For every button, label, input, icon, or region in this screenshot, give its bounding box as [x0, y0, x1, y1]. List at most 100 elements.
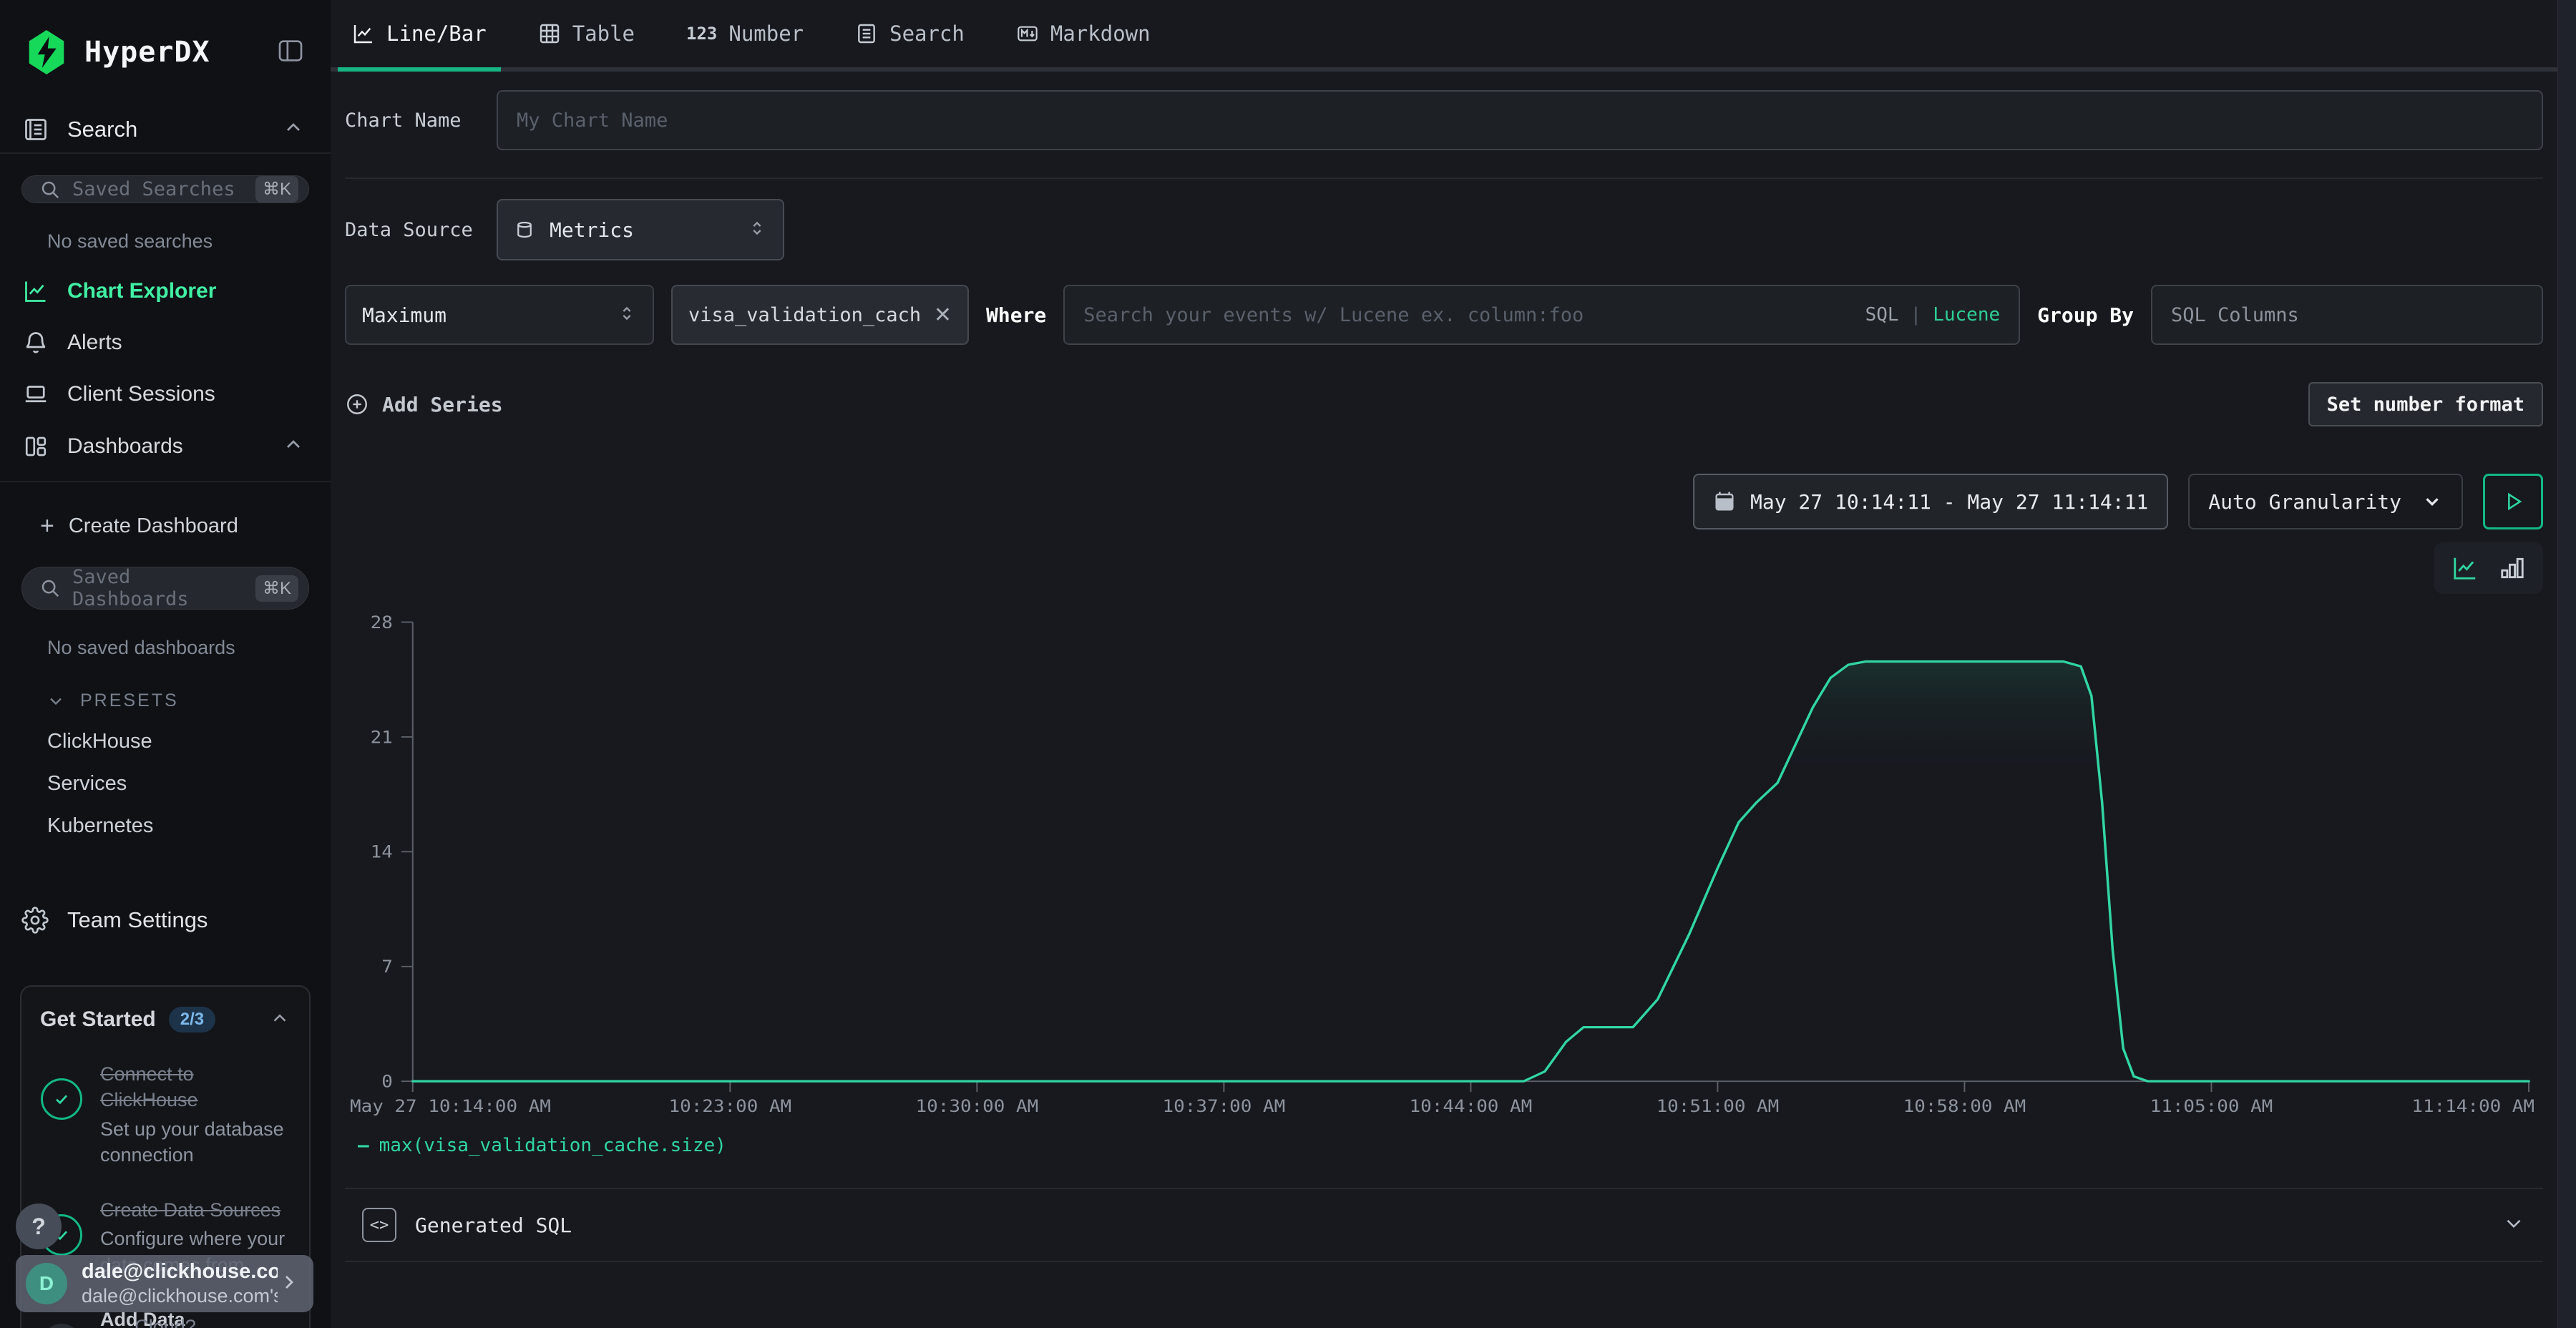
tab-number[interactable]: 123 Number — [679, 0, 811, 67]
team-settings-label: Team Settings — [67, 907, 208, 933]
presets-toggle[interactable]: PRESETS — [46, 690, 331, 711]
check-circle-icon — [41, 1078, 82, 1120]
chevron-down-icon — [46, 691, 66, 711]
search-section-header[interactable]: Search — [0, 116, 331, 142]
sidebar-item-chart-explorer[interactable]: Chart Explorer — [23, 278, 331, 304]
123-icon: 123 — [686, 24, 717, 44]
tab-label: Table — [572, 21, 635, 46]
data-source-value: Metrics — [550, 218, 634, 242]
chart-line-icon — [23, 278, 49, 304]
svg-text:10:30:00 AM: 10:30:00 AM — [916, 1096, 1039, 1116]
bar-chart-toggle-icon[interactable] — [2499, 555, 2526, 582]
preset-item-services[interactable]: Services — [47, 772, 331, 796]
lucene-mode-button[interactable]: Lucene — [1933, 304, 2000, 326]
svg-text:10:51:00 AM: 10:51:00 AM — [1657, 1096, 1780, 1116]
sidebar-item-label: Dashboards — [67, 434, 183, 459]
get-started-item-connect[interactable]: Connect to ClickHouse Set up your databa… — [40, 1061, 291, 1168]
legend-label: max(visa_validation_cache.size) — [379, 1135, 726, 1156]
aggregation-value: Maximum — [362, 303, 447, 327]
chevron-down-icon — [2502, 1211, 2526, 1239]
metric-field-tag[interactable]: visa_validation_cach ✕ — [671, 285, 969, 345]
granularity-value: Auto Granularity — [2208, 490, 2401, 514]
presets-label: PRESETS — [80, 690, 179, 711]
granularity-select[interactable]: Auto Granularity — [2188, 474, 2463, 529]
group-by-input-wrap — [2151, 285, 2543, 345]
saved-dashboards-input[interactable]: Saved Dashboards ⌘K — [21, 567, 309, 610]
sidebar-collapse-icon[interactable] — [276, 36, 305, 69]
play-icon — [2501, 489, 2525, 514]
metric-field-name: visa_validation_cach — [688, 304, 924, 326]
brand-title: HyperDX — [84, 36, 210, 69]
preset-item-kubernetes[interactable]: Kubernetes — [47, 814, 331, 838]
close-icon[interactable]: ✕ — [934, 303, 952, 328]
saved-searches-input[interactable]: Saved Searches ⌘K — [21, 175, 309, 203]
where-search-input[interactable] — [1083, 304, 1865, 326]
chevron-up-icon[interactable] — [282, 116, 305, 142]
avatar: D — [26, 1263, 67, 1304]
svg-text:10:37:00 AM: 10:37:00 AM — [1163, 1096, 1286, 1116]
sidebar-item-client-sessions[interactable]: Client Sessions — [23, 381, 331, 407]
sidebar-item-label: Chart Explorer — [67, 279, 216, 303]
line-chart-icon — [352, 22, 375, 45]
tab-search[interactable]: Search — [848, 0, 972, 67]
select-chevrons-icon — [747, 218, 767, 242]
tab-label: Number — [728, 21, 804, 46]
get-started-item-title: Connect to ClickHouse — [100, 1061, 291, 1113]
svg-text:11:05:00 AM: 11:05:00 AM — [2150, 1096, 2273, 1116]
scrollbar[interactable] — [2557, 0, 2576, 1328]
chart-type-tabbar: Line/Bar Table 123 Number Search Markdow… — [331, 0, 2557, 72]
shortcut-badge: ⌘K — [255, 176, 298, 202]
sidebar-item-dashboards[interactable]: Dashboards — [23, 433, 331, 459]
set-number-format-button[interactable]: Set number format — [2308, 382, 2543, 426]
tab-label: Markdown — [1050, 21, 1151, 46]
time-series-chart[interactable]: 07142128May 27 10:14:00 AM10:23:00 AM10:… — [345, 598, 2543, 1131]
chart-name-input[interactable] — [517, 109, 2523, 132]
chevron-up-icon[interactable] — [282, 433, 305, 459]
line-chart-toggle-icon[interactable] — [2451, 555, 2479, 582]
search-icon — [39, 577, 61, 599]
svg-text:10:58:00 AM: 10:58:00 AM — [1903, 1096, 2026, 1116]
get-started-header[interactable]: Get Started 2/3 — [40, 1007, 291, 1032]
tab-label: Line/Bar — [386, 21, 487, 46]
table-icon — [538, 22, 561, 45]
add-series-button[interactable]: Add Series — [345, 392, 503, 416]
generated-sql-toggle[interactable]: <> Generated SQL — [345, 1189, 2543, 1261]
bell-icon — [23, 330, 49, 356]
team-settings-button[interactable]: Team Settings — [21, 907, 331, 934]
sql-mode-button[interactable]: SQL — [1865, 304, 1899, 326]
profile-button[interactable]: D dale@clickhouse.com dale@clickhouse.co… — [16, 1255, 313, 1312]
chart-editor: Chart Name Data Source Metrics Maximum — [331, 72, 2557, 1328]
search-icon — [39, 179, 61, 200]
sidebar: HyperDX Search Saved Searches ⌘K No save… — [0, 0, 331, 1328]
date-range-picker[interactable]: May 27 10:14:11 - May 27 11:14:11 — [1693, 474, 2168, 529]
chart-display-toggle — [2434, 542, 2543, 594]
where-input-wrap: SQL | Lucene — [1063, 285, 2020, 345]
database-icon — [514, 219, 535, 240]
profile-email: dale@clickhouse.com — [82, 1260, 278, 1284]
tab-table[interactable]: Table — [531, 0, 642, 67]
date-range-value: May 27 10:14:11 - May 27 11:14:11 — [1750, 490, 2148, 514]
progress-badge: 2/3 — [169, 1007, 215, 1032]
brand-row: HyperDX — [0, 0, 331, 74]
calendar-icon — [1713, 490, 1736, 513]
create-dashboard-button[interactable]: + Create Dashboard — [40, 514, 331, 538]
data-source-select[interactable]: Metrics — [497, 199, 784, 260]
divider — [0, 481, 331, 482]
no-saved-searches-text: No saved searches — [47, 230, 331, 253]
svg-text:0: 0 — [381, 1071, 393, 1091]
group-by-input[interactable] — [2171, 304, 2523, 326]
tab-markdown[interactable]: Markdown — [1009, 0, 1158, 67]
tab-line-bar[interactable]: Line/Bar — [345, 0, 494, 67]
divider — [0, 152, 331, 154]
help-button[interactable]: ? — [16, 1204, 62, 1249]
sidebar-item-alerts[interactable]: Alerts — [23, 330, 331, 356]
preset-item-clickhouse[interactable]: ClickHouse — [47, 730, 331, 753]
sidebar-item-label: Alerts — [67, 331, 122, 355]
chevron-up-icon[interactable] — [269, 1007, 291, 1032]
run-query-button[interactable] — [2483, 474, 2543, 529]
get-started-title: Get Started — [40, 1007, 156, 1032]
divider — [345, 177, 2543, 179]
aggregation-select[interactable]: Maximum — [345, 285, 654, 345]
generated-sql-label: Generated SQL — [415, 1214, 572, 1237]
saved-dashboards-placeholder: Saved Dashboards — [72, 566, 255, 610]
